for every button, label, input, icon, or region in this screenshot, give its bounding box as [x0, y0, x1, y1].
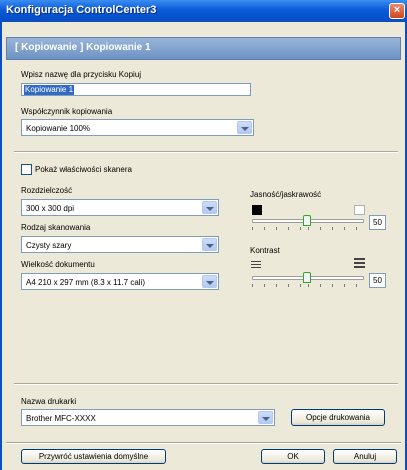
- brightness-value[interactable]: 50: [369, 215, 386, 230]
- contrast-label: Kontrast: [250, 246, 280, 255]
- close-button[interactable]: ×: [389, 3, 405, 19]
- low-contrast-icon: [251, 261, 261, 270]
- section-header: [ Kopiowanie ] Kopiowanie 1: [6, 37, 401, 60]
- scan-type-value: Czysty szary: [26, 241, 72, 250]
- printer-value: Brother MFC-XXXX: [26, 414, 96, 423]
- brightness-slider-thumb[interactable]: [303, 215, 311, 226]
- separator: [14, 151, 398, 153]
- scan-type-dropdown[interactable]: Czysty szary: [21, 236, 219, 253]
- resolution-value: 300 x 300 dpi: [26, 204, 75, 213]
- scanner-props-label: Pokaż właściwości skanera: [35, 165, 132, 174]
- contrast-value[interactable]: 50: [369, 273, 386, 288]
- footer-separator: [6, 442, 401, 444]
- brightness-ticks: [252, 227, 364, 230]
- ok-button[interactable]: OK: [261, 449, 325, 464]
- contrast-slider-thumb[interactable]: [303, 272, 311, 283]
- chevron-down-icon[interactable]: [258, 411, 273, 424]
- cancel-button[interactable]: Anuluj: [333, 449, 397, 464]
- separator: [14, 383, 398, 385]
- button-name-input[interactable]: Kopiowanie 1: [21, 83, 251, 96]
- scanner-props-checkbox[interactable]: [21, 164, 32, 175]
- printer-dropdown[interactable]: Brother MFC-XXXX: [21, 409, 275, 426]
- ratio-label: Współczynnik kopiowania: [21, 107, 113, 116]
- high-contrast-icon: [354, 258, 365, 270]
- light-icon: [354, 205, 365, 215]
- resolution-dropdown[interactable]: 300 x 300 dpi: [21, 199, 219, 216]
- ratio-dropdown[interactable]: Kopiowanie 100%: [21, 119, 254, 136]
- chevron-down-icon[interactable]: [202, 238, 217, 251]
- contrast-ticks: [252, 284, 364, 287]
- chevron-down-icon[interactable]: [237, 121, 252, 134]
- printer-label: Nazwa drukarki: [21, 397, 77, 406]
- window-title: Konfiguracja ControlCenter3: [6, 4, 157, 16]
- resolution-label: Rozdzielczość: [21, 186, 73, 195]
- scan-type-label: Rodzaj skanowania: [21, 223, 91, 232]
- name-field-label: Wpisz nazwę dla przycisku Kopiuj: [21, 70, 142, 79]
- title-bar: Konfiguracja ControlCenter3 ×: [0, 0, 407, 23]
- button-name-value: Kopiowanie 1: [24, 85, 75, 95]
- chevron-down-icon[interactable]: [202, 201, 217, 214]
- brightness-label: Jasność/jaskrawość: [250, 190, 322, 199]
- ratio-value: Kopiowanie 100%: [26, 124, 91, 133]
- doc-size-label: Wielkość dokumentu: [21, 260, 95, 269]
- section-header-text: [ Kopiowanie ] Kopiowanie 1: [15, 42, 151, 53]
- print-options-button[interactable]: Opcje drukowania: [291, 409, 385, 426]
- dark-icon: [252, 205, 262, 215]
- doc-size-dropdown[interactable]: A4 210 x 297 mm (8.3 x 11.7 cali): [21, 273, 219, 290]
- chevron-down-icon[interactable]: [202, 275, 217, 288]
- restore-defaults-button[interactable]: Przywróć ustawienia domyślne: [21, 449, 166, 464]
- doc-size-value: A4 210 x 297 mm (8.3 x 11.7 cali): [26, 278, 146, 287]
